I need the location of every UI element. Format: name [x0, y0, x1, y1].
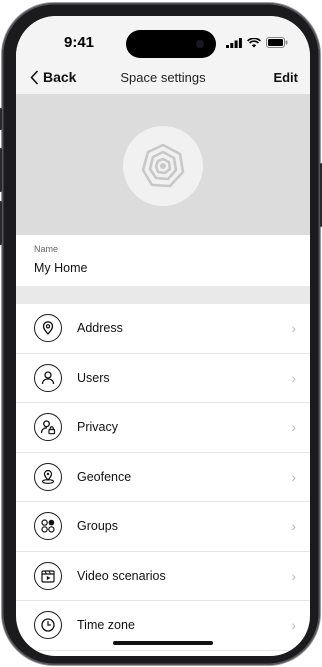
- chevron-right-icon: ›: [291, 320, 296, 337]
- status-bar: 9:41: [16, 16, 310, 62]
- menu-item-users[interactable]: Users ›: [16, 354, 310, 403]
- camera-dot: [196, 40, 204, 48]
- chevron-right-icon: ›: [291, 369, 296, 386]
- volume-up-button: [0, 148, 2, 192]
- menu-item-geofence[interactable]: Geofence ›: [16, 453, 310, 502]
- geofence-icon: [34, 462, 62, 491]
- space-logo-icon: [141, 143, 185, 188]
- signal-icon: [226, 37, 242, 48]
- action-button: [0, 108, 2, 130]
- edit-button[interactable]: Edit: [273, 70, 298, 85]
- chevron-right-icon: ›: [291, 617, 296, 634]
- video-scenario-icon: [34, 561, 62, 590]
- name-field[interactable]: Name My Home: [16, 235, 310, 287]
- menu-item-privacy[interactable]: Privacy ›: [16, 403, 310, 453]
- menu-item-label: Geofence: [77, 469, 132, 484]
- status-time: 9:41: [64, 34, 95, 51]
- navigation-bar: Back Space settings Edit: [16, 62, 310, 94]
- space-image-area: [16, 94, 310, 235]
- chevron-right-icon: ›: [291, 468, 296, 485]
- name-label: Name: [34, 244, 59, 254]
- name-value: My Home: [34, 261, 88, 275]
- phone-frame: 9:41 Back Space settings Edit Name My Ho…: [0, 3, 322, 665]
- chevron-right-icon: ›: [291, 419, 296, 436]
- menu-item-groups[interactable]: Groups ›: [16, 502, 310, 552]
- screen: 9:41 Back Space settings Edit Name My Ho…: [16, 16, 310, 656]
- chevron-right-icon: ›: [291, 567, 296, 584]
- status-icons: [226, 37, 288, 48]
- menu-item-label: Groups: [77, 519, 118, 534]
- location-pin-icon: [34, 314, 62, 343]
- menu-item-label: Video scenarios: [77, 568, 166, 583]
- dynamic-island: [126, 30, 216, 58]
- user-lock-icon: [34, 413, 62, 442]
- chevron-right-icon: ›: [291, 518, 296, 535]
- menu-item-address[interactable]: Address ›: [16, 304, 310, 354]
- groups-icon: [34, 512, 62, 541]
- section-divider: [16, 286, 310, 304]
- clock-icon: [34, 611, 62, 640]
- page-title: Space settings: [120, 70, 206, 85]
- menu-item-label: Privacy: [77, 420, 118, 435]
- menu-item-video-scenarios[interactable]: Video scenarios ›: [16, 552, 310, 601]
- wifi-icon: [247, 37, 261, 47]
- space-avatar[interactable]: [123, 126, 203, 206]
- settings-list: Address › Users › Privacy › Geofence › G…: [16, 304, 310, 651]
- battery-icon: [266, 37, 288, 48]
- menu-item-label: Users: [77, 370, 110, 385]
- menu-item-label: Address: [77, 321, 123, 336]
- home-indicator[interactable]: [113, 641, 213, 645]
- menu-item-label: Time zone: [77, 618, 135, 633]
- user-icon: [34, 363, 62, 392]
- volume-down-button: [0, 201, 2, 245]
